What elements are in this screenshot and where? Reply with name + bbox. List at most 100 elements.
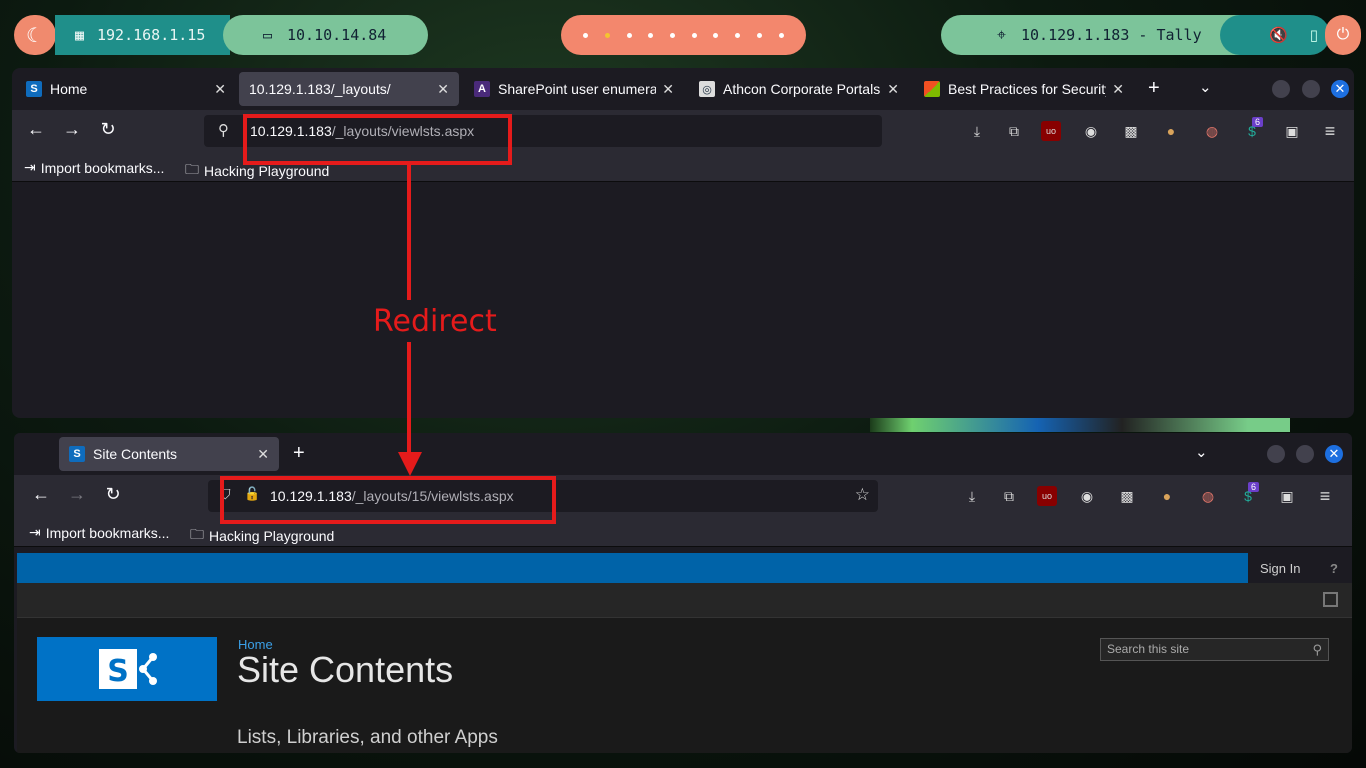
- kali-dragon-icon: ☾: [26, 24, 44, 47]
- workspace-dot[interactable]: [756, 32, 762, 38]
- workspace-dot[interactable]: [778, 32, 784, 38]
- tab-best-practices[interactable]: Best Practices for Security ✕: [914, 72, 1134, 106]
- microsoft-icon: [924, 81, 940, 97]
- extensions-icon[interactable]: ⧉: [999, 486, 1019, 506]
- bookmark-star-icon[interactable]: ☆: [855, 485, 870, 505]
- workspace-dot[interactable]: [583, 32, 589, 38]
- back-icon[interactable]: ←: [29, 484, 53, 505]
- workspace-dot[interactable]: [713, 32, 719, 38]
- close-tab-icon[interactable]: ✕: [214, 81, 226, 98]
- nav-bar: ← → ↻ ⛉ 🔓 10.129.1.183 /_layouts/15/view…: [14, 475, 1352, 517]
- maximize-button[interactable]: [1296, 445, 1314, 463]
- cookie-icon[interactable]: ●: [1157, 486, 1177, 506]
- browser-window-2: S Site Contents ✕ + ⌄ ✕ ← → ↻ ⛉ 🔓 10.129…: [14, 433, 1352, 753]
- list-tabs-chevron-icon[interactable]: ⌄: [1195, 443, 1208, 461]
- sharepoint-icon: S: [26, 81, 42, 97]
- tab-label: Home: [50, 81, 88, 97]
- foxyproxy-icon[interactable]: ◉: [1081, 121, 1101, 141]
- annotation-box-original-url: [243, 114, 512, 165]
- workspace-dot[interactable]: [648, 32, 654, 38]
- workspace-dot-active[interactable]: [605, 32, 611, 38]
- workspace-dot[interactable]: [626, 32, 632, 38]
- sign-in-link[interactable]: Sign In: [1260, 561, 1300, 576]
- reload-icon[interactable]: ↻: [96, 119, 120, 140]
- annotation-arrowhead: [398, 452, 422, 476]
- close-tab-icon[interactable]: ✕: [662, 81, 674, 98]
- extension-badge: 6: [1248, 482, 1260, 492]
- workspace-dot[interactable]: [735, 32, 741, 38]
- sharepoint-page: Sign In ? S Home Site Contents Search th…: [17, 553, 1352, 753]
- bookmark-label: Hacking Playground: [204, 163, 330, 179]
- volume-muted-icon[interactable]: 🔇: [1269, 26, 1288, 44]
- user-agent-icon[interactable]: ▣: [1277, 486, 1297, 506]
- qr-code-icon[interactable]: ▩: [1121, 121, 1141, 141]
- hamburger-menu-icon[interactable]: ≡: [1320, 121, 1340, 141]
- search-icon: ⚲: [218, 122, 229, 139]
- workspace-dot[interactable]: [691, 32, 697, 38]
- extensions-icon[interactable]: ⧉: [1004, 121, 1024, 141]
- new-tab-icon[interactable]: +: [293, 442, 305, 465]
- close-tab-icon[interactable]: ✕: [887, 81, 899, 98]
- tab-site-contents[interactable]: S Site Contents ✕: [59, 437, 279, 471]
- target-text: 10.129.1.183 - Tally: [1021, 26, 1202, 44]
- workspace-dot[interactable]: [670, 32, 676, 38]
- downloads-icon[interactable]: ⤓: [967, 121, 987, 141]
- new-tab-icon[interactable]: +: [1148, 77, 1160, 100]
- site-logo[interactable]: S: [37, 637, 217, 701]
- close-tab-icon[interactable]: ✕: [437, 81, 449, 98]
- power-button[interactable]: ⏻: [1325, 15, 1361, 55]
- annotation-redirect-label: Redirect: [373, 304, 497, 339]
- back-icon[interactable]: ←: [24, 119, 48, 140]
- forward-icon[interactable]: →: [65, 484, 89, 505]
- tab-layouts[interactable]: 10.129.1.183/_layouts/ ✕: [239, 72, 459, 106]
- cookie-icon[interactable]: ●: [1161, 121, 1181, 141]
- system-tray: 🔇 ▯: [1220, 15, 1330, 55]
- hackbar-icon[interactable]: ◍: [1202, 121, 1222, 141]
- minimize-button[interactable]: [1267, 445, 1285, 463]
- import-bookmarks-link[interactable]: ⇥ Import bookmarks...: [29, 524, 169, 541]
- page-title: Site Contents: [237, 649, 454, 690]
- import-icon: ⇥: [24, 159, 36, 175]
- hackbar-icon[interactable]: ◍: [1198, 486, 1218, 506]
- kali-menu-button[interactable]: ☾: [14, 15, 56, 55]
- network-icon: ▦: [75, 26, 85, 44]
- vpn-ip-text: 10.10.14.84: [287, 26, 387, 44]
- import-bookmarks-link[interactable]: ⇥ Import bookmarks...: [24, 159, 164, 176]
- ublock-icon[interactable]: uo: [1041, 121, 1061, 141]
- crosshair-icon: ⌖: [997, 25, 1007, 44]
- search-icon[interactable]: ⚲: [1312, 642, 1322, 658]
- ublock-icon[interactable]: uo: [1037, 486, 1057, 506]
- qr-code-icon[interactable]: ▩: [1117, 486, 1137, 506]
- laptop-icon: ▭: [263, 26, 273, 44]
- close-window-button[interactable]: ✕: [1325, 445, 1343, 463]
- target-indicator: ⌖ 10.129.1.183 - Tally: [941, 15, 1261, 55]
- battery-icon[interactable]: ▯: [1310, 26, 1318, 44]
- reload-icon[interactable]: ↻: [101, 484, 125, 505]
- foxyproxy-icon[interactable]: ◉: [1077, 486, 1097, 506]
- close-tab-icon[interactable]: ✕: [257, 446, 269, 463]
- user-agent-icon[interactable]: ▣: [1282, 121, 1302, 141]
- downloads-icon[interactable]: ⤓: [962, 486, 982, 506]
- tab-athcon[interactable]: ◎ Athcon Corporate Portals - ✕: [689, 72, 909, 106]
- minimize-button[interactable]: [1272, 80, 1290, 98]
- tab-bar: S Home ✕ 10.129.1.183/_layouts/ ✕ A Shar…: [12, 68, 1354, 110]
- athcon-icon: ◎: [699, 81, 715, 97]
- close-tab-icon[interactable]: ✕: [1112, 81, 1124, 98]
- list-tabs-chevron-icon[interactable]: ⌄: [1199, 78, 1212, 96]
- close-window-button[interactable]: ✕: [1331, 80, 1349, 98]
- tab-home[interactable]: S Home ✕: [16, 72, 236, 106]
- maximize-button[interactable]: [1302, 80, 1320, 98]
- workspace-switcher[interactable]: [561, 15, 806, 55]
- annotation-line-top: [407, 163, 411, 300]
- help-icon[interactable]: ?: [1330, 561, 1338, 576]
- hamburger-menu-icon[interactable]: ≡: [1315, 486, 1335, 506]
- hacking-playground-folder[interactable]: 🗀 Hacking Playground: [190, 524, 334, 548]
- local-ip-indicator: ▦ 192.168.1.15: [55, 15, 230, 55]
- vpn-ip-indicator: ▭ 10.10.14.84: [223, 15, 428, 55]
- annotation-line-bottom: [407, 342, 411, 454]
- focus-on-content-icon[interactable]: [1323, 592, 1338, 607]
- forward-icon[interactable]: →: [60, 119, 84, 140]
- bookmarks-bar: ⇥ Import bookmarks... 🗀 Hacking Playgrou…: [12, 152, 1354, 182]
- search-box[interactable]: Search this site ⚲: [1100, 638, 1329, 661]
- tab-sharepoint-enum[interactable]: A SharePoint user enumerati ✕: [464, 72, 684, 106]
